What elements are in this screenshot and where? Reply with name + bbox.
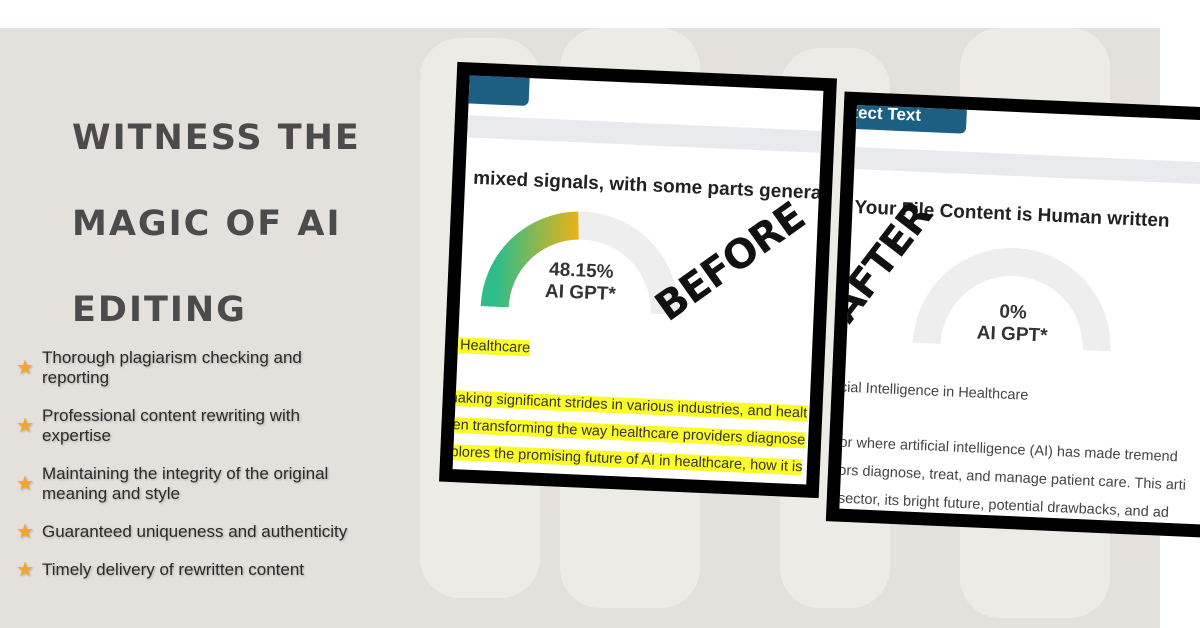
star-icon: ★ [16,415,34,437]
text-line: e sector, its bright future, potential d… [825,490,1170,522]
highlighted-line: making significant strides in various in… [445,389,808,422]
list-item: ★ Guaranteed uniqueness and authenticity [16,521,348,543]
before-screenshot: mixed signals, with some parts generated… [439,61,837,499]
star-icon: ★ [16,559,34,581]
star-icon: ★ [16,473,34,495]
highlighted-line: xplores the promising future of AI in he… [442,443,803,476]
text-line: ctors diagnose, treat, and manage patien… [826,462,1187,494]
star-icon: ★ [16,521,34,543]
detect-text-button: Detect Text [825,95,968,134]
highlighted-line: n Healthcare [447,336,531,357]
feature-list: ★ Thorough plagiarism checking and report… [16,348,356,598]
list-item: ★ Maintaining the integrity of the origin… [16,464,329,503]
list-item: ★ Professional content rewriting with exp… [16,406,300,445]
list-item: ★ Thorough plagiarism checking and report… [16,348,302,387]
page-heading: WITNESS THE MAGIC OF AI EDITING [72,118,361,330]
star-icon: ★ [16,357,34,379]
text-line: ficial Intelligence in Healthcare [832,379,1029,404]
list-item: ★ Timely delivery of rewritten content [16,559,305,581]
after-screenshot: Detect Text Your File Content is Human w… [825,91,1200,539]
text-line: ctor where artificial intelligence (AI) … [827,434,1179,466]
highlighted-line: een transforming the way healthcare prov… [444,416,806,449]
